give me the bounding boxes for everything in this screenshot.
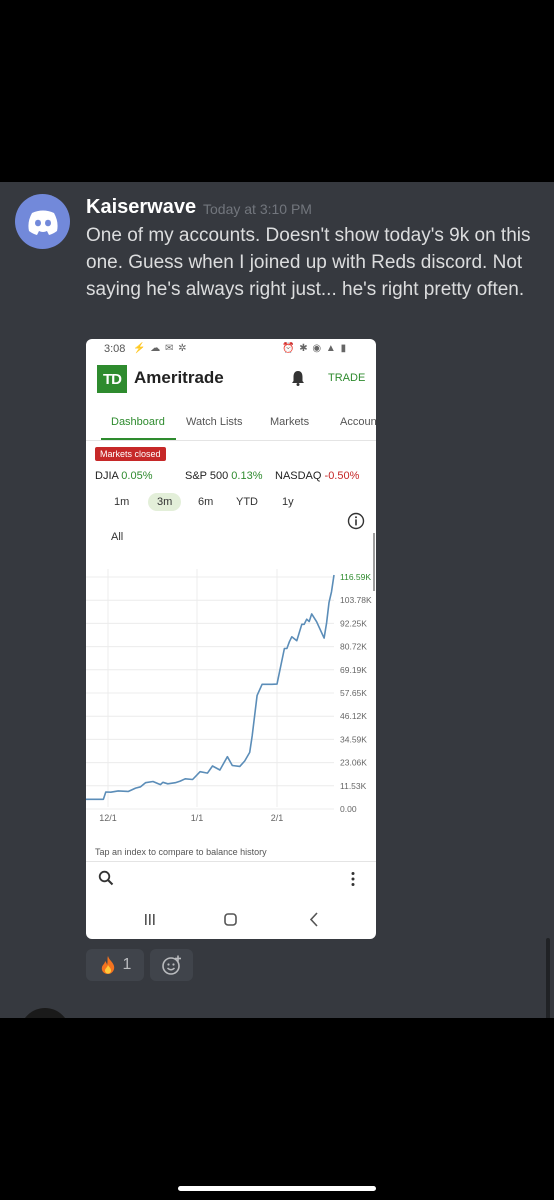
- home-icon: [224, 913, 237, 926]
- range-1m: 1m: [114, 496, 130, 508]
- search-icon: [98, 870, 114, 886]
- discord-chat: Kaiserwave Today at 3:10 PM One of my ac…: [0, 182, 554, 1018]
- message-timestamp: Today at 3:10 PM: [203, 201, 312, 217]
- y-tick-label: 92.25K: [340, 618, 367, 628]
- next-message-avatar[interactable]: [20, 1008, 70, 1018]
- index-nasdaq: NASDAQ -0.50%: [275, 470, 359, 482]
- info-icon: [347, 512, 365, 530]
- message-text: One of my accounts. Doesn't show today's…: [86, 225, 531, 300]
- tab-accounts: Accoun: [340, 416, 376, 428]
- reaction-count: 1: [122, 956, 132, 973]
- y-tick-label: 11.53K: [340, 781, 367, 791]
- y-tick-label: 69.19K: [340, 665, 367, 675]
- attached-screenshot[interactable]: 3:08 ⚡ ☁ ✉ ✲ ⏰ ✱ ◉ ▲ ▮ TD Ameritrade TRA…: [86, 339, 376, 939]
- bottom-divider: [86, 861, 376, 862]
- tab-markets: Markets: [270, 416, 310, 428]
- index-name: S&P 500: [185, 470, 229, 482]
- discord-logo-icon: [27, 210, 58, 235]
- y-tick-label: 23.06K: [340, 758, 367, 768]
- username[interactable]: Kaiserwave: [86, 196, 196, 219]
- back-icon: [309, 912, 318, 927]
- y-tick-label: 57.65K: [340, 688, 367, 698]
- index-change: -0.50%: [324, 470, 360, 482]
- balance-line: [86, 574, 335, 801]
- td-logo: TD: [97, 365, 127, 393]
- index-name: NASDAQ: [275, 470, 322, 482]
- tab-dashboard: Dashboard: [111, 416, 165, 428]
- bell-icon: [292, 371, 304, 386]
- user-avatar[interactable]: [15, 194, 70, 249]
- compare-hint: Tap an index to compare to balance histo…: [95, 847, 267, 857]
- index-name: DJIA: [95, 470, 119, 482]
- markets-closed-badge: Markets closed: [95, 447, 166, 461]
- add-reaction-button[interactable]: [150, 949, 193, 981]
- tab-watch-lists: Watch Lists: [186, 416, 243, 428]
- y-tick-label: 80.72K: [340, 642, 367, 652]
- home-indicator[interactable]: [178, 1186, 376, 1191]
- index-djia: DJIA 0.05%: [95, 470, 153, 482]
- tab-divider: [86, 440, 376, 441]
- x-tick-label: 12/1: [99, 813, 117, 823]
- index-change: 0.13%: [231, 470, 263, 482]
- y-tick-label: 34.59K: [340, 734, 367, 744]
- range-6m: 6m: [198, 496, 214, 508]
- index-change: 0.05%: [121, 470, 153, 482]
- y-tick-label: 103.78K: [340, 595, 372, 605]
- range-3m: 3m: [148, 493, 182, 511]
- reaction-fire[interactable]: 1: [86, 949, 144, 981]
- index-sp500: S&P 500 0.13%: [185, 470, 263, 482]
- status-bar-time: 3:08: [104, 343, 126, 355]
- add-reaction-icon: [161, 955, 181, 975]
- range-1y: 1y: [282, 496, 294, 508]
- x-tick-label: 2/1: [271, 813, 284, 823]
- range-ytd: YTD: [236, 496, 258, 508]
- balance-chart: 116.59K 103.78K 92.25K 80.72K 69.19K 57.65K 46…: [86, 569, 372, 823]
- y-tick-label: 116.59K: [340, 572, 371, 582]
- system-status-icons: ⏰ ✱ ◉ ▲ ▮: [282, 343, 348, 354]
- recents-icon: [145, 914, 155, 925]
- android-nav-bar: [145, 912, 318, 927]
- x-tick-label: 1/1: [191, 813, 204, 823]
- range-all: All: [111, 531, 124, 543]
- trade-button: TRADE: [328, 372, 366, 384]
- fire-emoji-icon: [101, 956, 114, 974]
- y-tick-label: 0.00: [340, 804, 357, 814]
- chat-scrollbar[interactable]: [546, 938, 550, 1018]
- more-options-icon: [351, 872, 355, 886]
- brand-name: Ameritrade: [134, 368, 224, 387]
- notification-icons: ⚡ ☁ ✉ ✲: [133, 343, 188, 354]
- y-tick-label: 46.12K: [340, 711, 367, 721]
